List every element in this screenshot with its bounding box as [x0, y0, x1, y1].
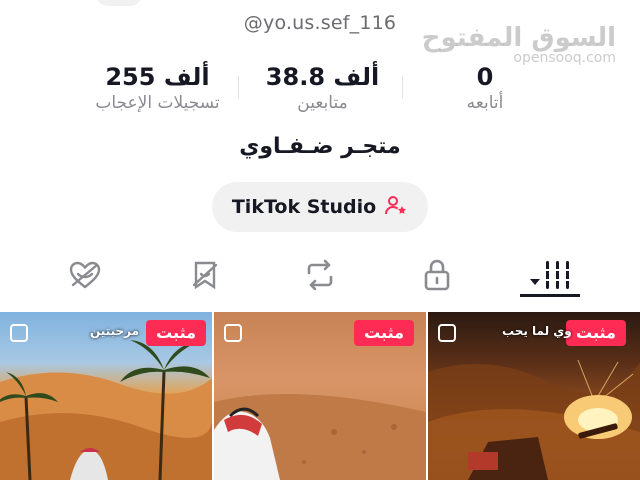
video-caption: وي لما يحب [502, 324, 572, 338]
video-thumbnail[interactable]: مثبت [214, 312, 426, 480]
following-count: 0 [476, 63, 494, 91]
profile-stats: 255 ألف تسجيلات الإعجاب 38.8 ألف متابعين… [0, 62, 640, 122]
video-caption: مرحبتين [90, 324, 140, 338]
profile-bio: متجـر ضـفـاوي [239, 134, 401, 159]
stat-following[interactable]: 0 أتابعه [450, 62, 520, 114]
select-checkbox[interactable] [224, 324, 242, 342]
user-star-icon [384, 193, 408, 221]
tiktok-studio-label: TikTok Studio [231, 196, 377, 218]
stat-likes[interactable]: 255 ألف تسجيلات الإعجاب [70, 62, 245, 114]
tab-selected-indicator [520, 294, 580, 297]
profile-tabs [0, 252, 640, 310]
likes-count: 255 ألف [105, 63, 210, 91]
tiktok-studio-button[interactable]: TikTok Studio [212, 182, 428, 232]
tab-favorites[interactable] [170, 252, 240, 302]
heart-hidden-icon [68, 260, 102, 294]
tab-private[interactable] [402, 252, 472, 302]
stat-followers[interactable]: 38.8 ألف متابعين [250, 62, 395, 114]
grid-icon [526, 259, 574, 295]
stat-divider [402, 76, 403, 98]
top-pill-button[interactable] [96, 0, 142, 6]
stat-divider [238, 76, 239, 98]
video-thumbnail[interactable]: مثبت وي لما يحب [428, 312, 640, 480]
bookmark-hidden-icon [189, 259, 221, 295]
following-label: أتابعه [466, 93, 504, 113]
select-checkbox[interactable] [438, 324, 456, 342]
watermark: السوق المفتوح opensooq.com [422, 22, 616, 66]
tab-liked[interactable] [50, 252, 120, 302]
video-grid: مرحبتين مثبت مثبت مثبت وي لما يحب [0, 312, 640, 480]
followers-count: 38.8 ألف [265, 63, 380, 91]
followers-label: متابعين [297, 93, 348, 113]
repost-icon [303, 259, 337, 295]
tab-reposts[interactable] [285, 252, 355, 302]
pinned-badge: مثبت [146, 320, 206, 346]
likes-label: تسجيلات الإعجاب [95, 93, 220, 113]
video-thumbnail[interactable]: مرحبتين مثبت [0, 312, 212, 480]
lock-icon [422, 258, 452, 296]
pinned-badge: مثبت [354, 320, 414, 346]
pinned-badge: مثبت [566, 320, 626, 346]
select-checkbox[interactable] [10, 324, 28, 342]
